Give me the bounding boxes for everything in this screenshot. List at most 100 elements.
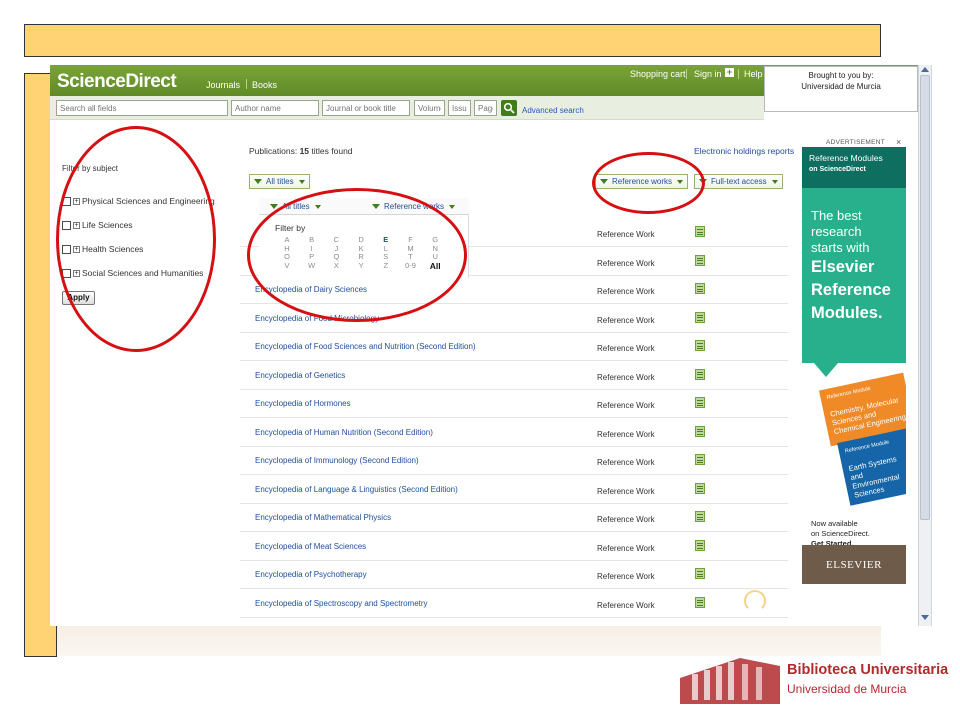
publication-type: Reference Work <box>597 486 655 496</box>
document-icon[interactable] <box>695 283 705 294</box>
scrollbar-thumb[interactable] <box>920 75 930 520</box>
chevron-down-icon <box>298 179 305 184</box>
publication-type: Reference Work <box>597 230 655 239</box>
volume-input[interactable] <box>414 100 445 116</box>
publication-type: Reference Work <box>597 515 655 524</box>
advertisement-banner[interactable]: Reference Modules on ScienceDirect The b… <box>802 147 906 584</box>
close-icon[interactable]: × <box>896 137 901 147</box>
table-row: Encyclopedia of Language & Linguistics (… <box>240 476 788 504</box>
table-row: Encyclopedia of Food Sciences and Nutrit… <box>240 333 788 361</box>
page-input[interactable] <box>474 100 497 116</box>
book-cover-earth-systems: Reference Module Earth Systems and Envir… <box>837 428 906 506</box>
institution-box: Brought to you by: Universidad de Murcia <box>764 66 918 112</box>
annotation-ellipse-subjects <box>56 126 216 352</box>
document-icon[interactable] <box>695 340 705 351</box>
publication-type: Reference Work <box>597 287 655 296</box>
advertisement-label: ADVERTISEMENT <box>826 139 886 146</box>
scroll-up-icon[interactable] <box>921 67 929 72</box>
nav-separator <box>686 69 687 79</box>
funnel-icon <box>254 179 262 184</box>
document-icon[interactable] <box>695 482 705 494</box>
publication-title-link[interactable]: Encyclopedia of Hormones <box>255 399 351 408</box>
publications-count: Publications: 15 titles found <box>249 146 353 156</box>
document-icon[interactable] <box>695 568 705 579</box>
publication-type: Reference Work <box>597 258 655 268</box>
institution-name: Universidad de Murcia <box>801 82 881 91</box>
ad-header: Reference Modules on ScienceDirect <box>802 147 906 188</box>
publication-type: Reference Work <box>597 429 655 439</box>
table-row: Encyclopedia of Human Nutrition (Second … <box>240 419 788 447</box>
table-row: Encyclopedia of Psychotherapy Reference W… <box>240 561 788 589</box>
elsevier-logo: ELSEVIER <box>802 545 906 584</box>
annotation-ellipse-reference-works <box>592 152 705 214</box>
vertical-scrollbar[interactable] <box>918 65 931 626</box>
document-icon[interactable] <box>695 425 705 437</box>
magnifier-icon <box>503 102 515 114</box>
document-icon[interactable] <box>695 596 705 608</box>
quick-search-bar: Advanced search <box>50 96 764 120</box>
publication-title-link[interactable]: Encyclopedia of Mathematical Physics <box>255 513 391 522</box>
publication-title-link[interactable]: Encyclopedia of Food Sciences and Nutrit… <box>255 342 476 351</box>
sign-in-link[interactable]: Sign in <box>694 69 722 79</box>
document-icon[interactable] <box>695 397 705 408</box>
table-row: Encyclopedia of Spectroscopy and Spectro… <box>240 590 788 618</box>
document-icon[interactable] <box>695 311 705 323</box>
document-icon[interactable] <box>695 454 705 465</box>
all-titles-dropdown[interactable]: All titles <box>249 174 310 189</box>
nav-journals-link[interactable]: Journals <box>206 80 240 90</box>
dropdown-label: Full-text access <box>711 177 767 186</box>
ad-headline: The best research starts with Elsevier R… <box>811 208 891 322</box>
nav-separator <box>246 79 247 89</box>
table-row: Encyclopedia of Mathematical Physics Refe… <box>240 504 788 532</box>
publication-type: Reference Work <box>597 572 655 581</box>
chevron-down-icon <box>449 204 456 209</box>
search-button[interactable] <box>501 100 517 116</box>
journal-title-input[interactable] <box>322 100 410 116</box>
fulltext-access-dropdown[interactable]: Full-text access <box>694 174 783 189</box>
issue-input[interactable] <box>448 100 471 116</box>
publication-title-link[interactable]: Encyclopedia of Meat Sciences <box>255 542 366 551</box>
loading-spinner-icon <box>744 590 766 612</box>
table-row: Encyclopedia of Hormones Reference Work <box>240 390 788 418</box>
publication-title-link[interactable]: Encyclopedia of Language & Linguistics (… <box>255 485 458 494</box>
brought-to-you-label: Brought to you by: <box>808 71 874 80</box>
table-row: Encyclopedia of Meat Sciences Reference W… <box>240 533 788 561</box>
search-all-fields-input[interactable] <box>56 100 228 116</box>
publication-type: Reference Work <box>597 600 655 610</box>
document-icon[interactable] <box>695 368 705 380</box>
scroll-down-icon[interactable] <box>921 615 929 620</box>
university-name: Universidad de Murcia <box>787 682 907 696</box>
nav-books-link[interactable]: Books <box>252 80 277 90</box>
ad-pointer <box>814 363 838 377</box>
document-icon[interactable] <box>695 539 705 551</box>
publication-title-link[interactable]: Encyclopedia of Human Nutrition (Second … <box>255 428 433 437</box>
library-name: Biblioteca Universitaria <box>787 662 949 678</box>
advanced-search-link[interactable]: Advanced search <box>522 106 584 115</box>
publication-type: Reference Work <box>597 315 655 325</box>
document-icon[interactable] <box>695 511 705 522</box>
publication-title-link[interactable]: Encyclopedia of Psychotherapy <box>255 570 367 579</box>
publication-title-link[interactable]: Encyclopedia of Immunology (Second Editi… <box>255 456 419 465</box>
electronic-holdings-link[interactable]: Electronic holdings reports <box>694 146 794 156</box>
sciencedirect-logo[interactable]: ScienceDirect <box>57 71 177 93</box>
publication-type: Reference Work <box>597 543 655 553</box>
shopping-cart-link[interactable]: Shopping cart <box>630 69 686 79</box>
document-icon[interactable] <box>695 254 705 266</box>
publication-type: Reference Work <box>597 458 655 467</box>
annotation-ellipse-alphabet <box>247 188 467 322</box>
publication-title-link[interactable]: Encyclopedia of Genetics <box>255 371 345 380</box>
publication-type: Reference Work <box>597 401 655 410</box>
plus-icon[interactable]: + <box>725 68 734 77</box>
help-link[interactable]: Help <box>744 69 763 79</box>
table-row: Encyclopedia of Genetics Reference Work <box>240 362 788 390</box>
dropdown-label: All titles <box>266 177 294 186</box>
publication-type: Reference Work <box>597 372 655 382</box>
author-name-input[interactable] <box>231 100 319 116</box>
table-row: Encyclopedia of Immunology (Second Editi… <box>240 447 788 475</box>
document-icon[interactable] <box>695 226 705 237</box>
publication-type: Reference Work <box>597 344 655 353</box>
publication-title-link[interactable]: Encyclopedia of Spectroscopy and Spectro… <box>255 599 428 608</box>
slide-top-bar <box>24 24 881 57</box>
nav-separator <box>738 69 739 79</box>
chevron-down-icon <box>771 179 778 184</box>
